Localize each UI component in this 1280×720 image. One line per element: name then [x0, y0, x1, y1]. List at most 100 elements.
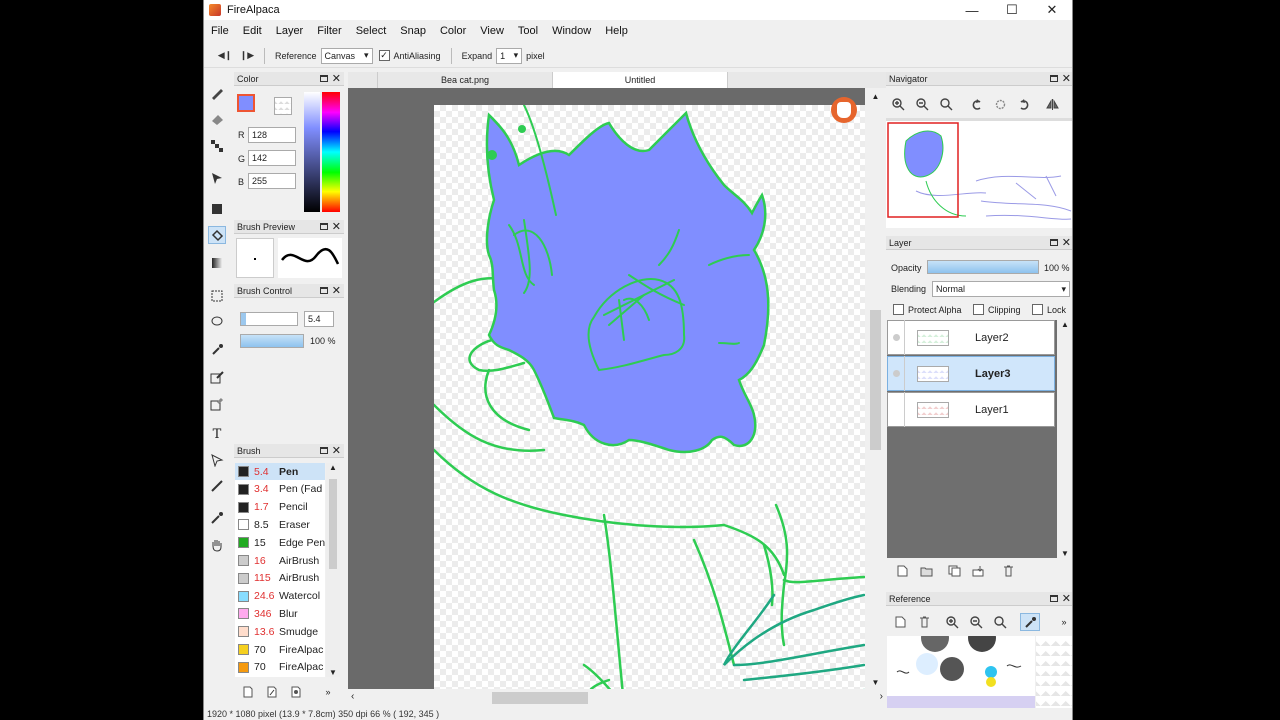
select-eraser-icon[interactable] [208, 395, 226, 413]
rotate-left-icon[interactable] [968, 96, 984, 112]
eyedropper-icon[interactable] [208, 509, 226, 527]
zoom-fit-icon[interactable] [938, 96, 954, 112]
visibility-icon[interactable] [888, 356, 905, 391]
protect-alpha-checkbox[interactable] [893, 304, 904, 315]
select-pen-icon[interactable] [208, 368, 226, 386]
magic-wand-icon[interactable] [208, 340, 226, 358]
hand-tool-icon[interactable] [208, 536, 226, 554]
brush-item[interactable]: 70 FireAlpac [235, 641, 325, 658]
scroll-down-icon[interactable]: ▼ [326, 668, 340, 677]
reference-zoom-fit-icon[interactable] [992, 614, 1008, 630]
text-tool-icon[interactable]: T [208, 425, 226, 443]
flip-horizontal-icon[interactable] [1044, 96, 1060, 112]
scroll-right-icon[interactable]: › [880, 691, 883, 702]
close-icon[interactable]: ✕ [332, 284, 341, 298]
new-brush-icon[interactable] [240, 684, 256, 700]
expand-dropdown[interactable]: 1 ▾ [496, 47, 523, 64]
float-icon[interactable] [320, 75, 328, 82]
antialiasing-checkbox[interactable]: ✓ [378, 50, 390, 61]
g-input[interactable]: 142 [248, 150, 296, 166]
reference-eyedropper-icon[interactable] [1020, 613, 1040, 631]
reference-dropdown[interactable]: Canvas ▾ [320, 47, 373, 64]
gradient-tool-icon[interactable] [208, 254, 226, 272]
horizontal-scroll-thumb[interactable] [492, 692, 588, 704]
layer-row-layer3[interactable]: Layer3 [887, 356, 1055, 391]
float-icon[interactable] [320, 287, 328, 294]
redo-icon[interactable]: ❙▶ [236, 47, 258, 65]
brush-item[interactable]: 5.4 Pen [235, 463, 325, 480]
edit-brush-icon[interactable] [264, 684, 280, 700]
menu-select[interactable]: Select [349, 25, 394, 37]
close-icon[interactable]: ✕ [332, 220, 341, 234]
more-icon[interactable]: » [320, 684, 336, 700]
rotate-right-icon[interactable] [1016, 96, 1032, 112]
lock-checkbox[interactable] [1032, 304, 1043, 315]
zoom-in-icon[interactable] [890, 96, 906, 112]
merge-down-icon[interactable] [970, 563, 986, 579]
pen-tool-icon[interactable] [208, 84, 226, 102]
r-input[interactable]: 128 [248, 127, 296, 143]
new-layer-icon[interactable] [894, 563, 910, 579]
bucket-tool-icon[interactable] [208, 226, 226, 244]
operation-tool-icon[interactable] [208, 451, 226, 469]
brush-size-slider[interactable] [240, 312, 298, 326]
brush-settings-icon[interactable] [288, 684, 304, 700]
transparent-color-swatch[interactable] [274, 97, 292, 115]
reference-image[interactable] [887, 636, 1035, 708]
fill-tool-icon[interactable] [208, 200, 226, 218]
hue-slider[interactable] [322, 92, 340, 212]
zoom-out-icon[interactable] [914, 96, 930, 112]
layer-opacity-slider[interactable] [927, 260, 1039, 274]
brush-item[interactable]: 8.5 Eraser [235, 516, 325, 533]
visibility-icon[interactable] [888, 392, 905, 427]
brush-opacity-slider[interactable] [240, 334, 304, 348]
menu-window[interactable]: Window [545, 25, 598, 37]
more-icon[interactable]: » [1056, 614, 1072, 630]
frame-divider-icon[interactable] [208, 477, 226, 495]
brush-item[interactable]: 13.6 Smudge [235, 623, 325, 640]
brightness-slider[interactable] [304, 92, 320, 212]
close-icon[interactable]: ✕ [1062, 72, 1071, 86]
eraser-tool-icon[interactable] [208, 110, 226, 128]
menu-edit[interactable]: Edit [236, 25, 269, 37]
canvas-horizontal-scrollbar[interactable]: ‹ › [348, 689, 886, 707]
reference-zoom-in-icon[interactable] [944, 614, 960, 630]
menu-layer[interactable]: Layer [269, 25, 311, 37]
brush-item[interactable]: 3.4 Pen (Fad [235, 481, 325, 498]
open-reference-icon[interactable] [892, 614, 908, 630]
minimize-button[interactable]: — [952, 0, 992, 20]
brush-list-scrollbar[interactable]: ▲ ▼ [326, 463, 340, 677]
clipping-checkbox[interactable] [973, 304, 984, 315]
float-icon[interactable] [1050, 595, 1058, 602]
undo-icon[interactable]: ◀❙ [214, 47, 236, 65]
menu-tool[interactable]: Tool [511, 25, 545, 37]
navigator-preview[interactable] [886, 118, 1072, 228]
menu-file[interactable]: File [204, 25, 236, 37]
scroll-up-icon[interactable]: ▲ [326, 463, 340, 472]
brush-item[interactable]: 346 Blur [235, 605, 325, 622]
duplicate-layer-icon[interactable] [946, 563, 962, 579]
close-icon[interactable]: ✕ [332, 72, 341, 86]
close-icon[interactable]: ✕ [1062, 592, 1071, 606]
layer-list-scrollbar[interactable]: ▲ ▼ [1058, 320, 1072, 558]
close-icon[interactable]: ✕ [332, 444, 341, 458]
layer-row-layer1[interactable]: Layer1 [887, 392, 1055, 427]
tab-bea-cat[interactable]: Bea cat.png [378, 72, 553, 88]
new-folder-icon[interactable] [918, 563, 934, 579]
menu-color[interactable]: Color [433, 25, 473, 37]
brush-item[interactable]: 70 FireAlpac [235, 659, 325, 676]
move-tool-icon[interactable] [208, 169, 226, 187]
menu-snap[interactable]: Snap [393, 25, 433, 37]
foreground-color-swatch[interactable] [237, 94, 255, 112]
brush-size-input[interactable]: 5.4 [304, 311, 334, 327]
close-icon[interactable]: ✕ [1062, 236, 1071, 250]
brush-item[interactable]: 15 Edge Pen [235, 534, 325, 551]
lasso-icon[interactable] [208, 313, 226, 331]
float-icon[interactable] [1050, 239, 1058, 246]
visibility-icon[interactable] [888, 320, 905, 355]
scroll-down-icon[interactable]: ▼ [865, 678, 886, 687]
menu-filter[interactable]: Filter [310, 25, 348, 37]
blending-dropdown[interactable]: Normal ▾ [932, 281, 1070, 297]
maximize-button[interactable]: ☐ [992, 0, 1032, 20]
tab-untitled[interactable]: Untitled [553, 72, 728, 88]
